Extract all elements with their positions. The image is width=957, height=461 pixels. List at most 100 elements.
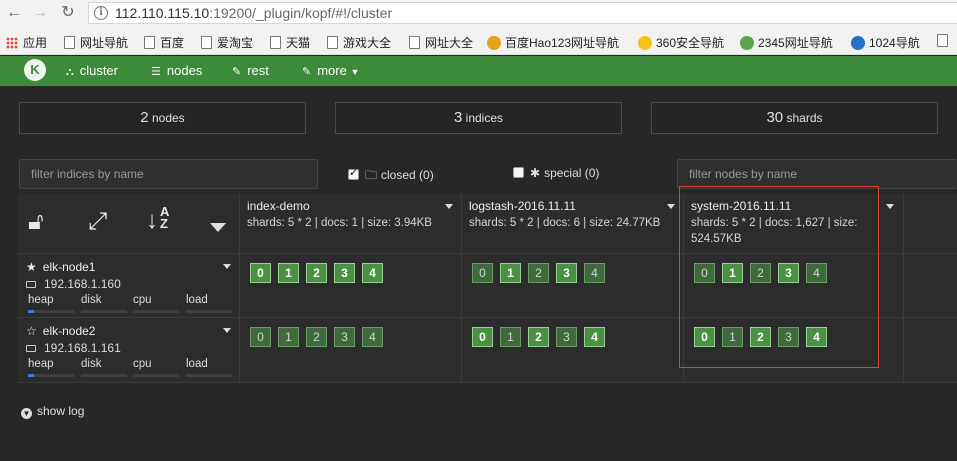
- closed-checkbox[interactable]: 🗀closed (0): [348, 166, 434, 187]
- page-icon: [201, 36, 212, 49]
- bookmark-item[interactable]: 2345网址导航: [740, 34, 833, 51]
- heap-label: heap: [28, 358, 54, 370]
- load-bar: [186, 374, 232, 377]
- hao123-icon: [487, 36, 501, 50]
- chevron-down-icon[interactable]: [223, 264, 231, 269]
- node-name[interactable]: ☆ elk-node2: [26, 324, 95, 338]
- asterisk-icon: ✱: [530, 166, 541, 180]
- replica-shard[interactable]: 0: [472, 263, 493, 283]
- filter-indices-input[interactable]: filter indices by name: [19, 159, 318, 189]
- bookmark-item[interactable]: 1024导航: [851, 34, 920, 51]
- sort-alpha-icon[interactable]: ↓ A Z: [146, 205, 169, 236]
- node-ip: 192.168.1.160: [26, 277, 121, 291]
- expand-icon[interactable]: ⤢: [88, 208, 107, 236]
- replica-shard[interactable]: 3: [556, 327, 577, 347]
- replica-shard[interactable]: 1: [278, 327, 299, 347]
- page-icon: [409, 36, 420, 49]
- node-ip: 192.168.1.161: [26, 341, 121, 355]
- nav-cluster[interactable]: ⛬ cluster: [66, 63, 118, 79]
- index-name[interactable]: logstash-2016.11.11: [469, 199, 576, 213]
- page-icon: [937, 34, 948, 47]
- chevron-down-icon[interactable]: [886, 204, 894, 209]
- replica-shard[interactable]: 3: [334, 327, 355, 347]
- folder-icon: 🗀: [365, 168, 378, 182]
- show-log-toggle[interactable]: ▼ show log: [21, 404, 84, 419]
- sitemap-icon: ⛬: [66, 66, 74, 78]
- bookmark-item[interactable]: 天猫: [270, 34, 310, 51]
- kopf-logo[interactable]: K: [24, 59, 46, 81]
- bookmark-item[interactable]: 360安全导航: [638, 34, 724, 51]
- nav-nodes[interactable]: ☰ nodes: [151, 63, 202, 78]
- star-outline-icon: ☆: [26, 324, 37, 338]
- index-header[interactable]: index-demo shards: 5 * 2 | docs: 1 | siz…: [240, 194, 462, 254]
- bookmark-item[interactable]: [937, 34, 953, 48]
- info-icon[interactable]: i: [94, 6, 108, 20]
- primary-shard[interactable]: 1: [500, 263, 521, 283]
- replica-shard[interactable]: 2: [528, 263, 549, 283]
- chevron-down-icon[interactable]: [445, 204, 453, 209]
- replica-shard[interactable]: 4: [584, 263, 605, 283]
- page-icon: [327, 36, 338, 49]
- bookmark-item[interactable]: 爱淘宝: [201, 34, 253, 51]
- load-label: load: [186, 358, 208, 370]
- nav-more[interactable]: ✎ more ▼: [302, 63, 359, 78]
- bookmark-item[interactable]: 百度Hao123网址导航: [487, 34, 619, 51]
- shard-cell: 01234: [240, 254, 462, 318]
- bookmark-item[interactable]: 网址大全: [409, 34, 473, 51]
- replica-shard[interactable]: 4: [362, 327, 383, 347]
- node-row: ☆ elk-node2 192.168.1.161 heap disk cpu l…: [18, 318, 240, 383]
- primary-shard[interactable]: 3: [556, 263, 577, 283]
- shards-count-box: 30 shards: [651, 102, 938, 134]
- page-icon: [144, 36, 155, 49]
- bookmark-item[interactable]: 百度: [144, 34, 184, 51]
- hdd-icon: [26, 345, 36, 352]
- replica-shard[interactable]: 1: [500, 327, 521, 347]
- chevron-down-icon[interactable]: [210, 223, 226, 232]
- index-name[interactable]: index-demo: [247, 199, 310, 213]
- chevron-down-icon: ▼: [350, 67, 360, 77]
- indices-count-box: 3 indices: [335, 102, 622, 134]
- primary-shard[interactable]: 0: [472, 327, 493, 347]
- header-spacer: [904, 194, 957, 254]
- primary-shard[interactable]: 4: [584, 327, 605, 347]
- bookmark-item[interactable]: 游戏大全: [327, 34, 391, 51]
- reload-icon[interactable]: ↻: [58, 3, 78, 23]
- chevron-circle-down-icon: ▼: [21, 408, 32, 419]
- primary-shard[interactable]: 1: [278, 263, 299, 283]
- primary-shard[interactable]: 3: [334, 263, 355, 283]
- heap-bar: [28, 310, 74, 313]
- unlock-icon[interactable]: 🔓︎: [28, 208, 44, 236]
- back-arrow-icon[interactable]: ←: [4, 3, 24, 23]
- checkbox-checked[interactable]: [348, 166, 359, 180]
- heap-label: heap: [28, 294, 54, 306]
- forward-arrow-icon[interactable]: →: [30, 3, 50, 23]
- chevron-down-icon[interactable]: [667, 204, 675, 209]
- address-bar[interactable]: i 112.110.115.10:19200/_plugin/kopf/#!/c…: [88, 2, 957, 24]
- tasks-icon: ☰: [151, 66, 161, 78]
- bookmark-apps[interactable]: 应用: [6, 34, 47, 51]
- heap-bar: [28, 374, 74, 377]
- primary-shard[interactable]: 0: [250, 263, 271, 283]
- browser-toolbar: ← → ↻ i 112.110.115.10:19200/_plugin/kop…: [0, 0, 957, 28]
- index-meta: shards: 5 * 2 | docs: 1 | size: 3.94KB: [247, 217, 432, 229]
- chevron-down-icon[interactable]: [223, 328, 231, 333]
- bookmarks-bar: 应用 网址导航 百度 爱淘宝 天猫 游戏大全 网址大全 百度Hao123网址导航…: [0, 28, 957, 55]
- url-text: 112.110.115.10:19200/_plugin/kopf/#!/clu…: [115, 5, 393, 21]
- cpu-label: cpu: [133, 294, 152, 306]
- checkbox-unchecked[interactable]: [513, 167, 524, 178]
- 1024-icon: [851, 36, 865, 50]
- filter-nodes-input[interactable]: filter nodes by name: [677, 159, 957, 189]
- special-checkbox[interactable]: ✱ special (0): [513, 166, 599, 180]
- replica-shard[interactable]: 2: [306, 327, 327, 347]
- primary-shard[interactable]: 2: [306, 263, 327, 283]
- cpu-bar: [133, 310, 179, 313]
- node-name[interactable]: ★ elk-node1: [26, 260, 95, 274]
- primary-shard[interactable]: 4: [362, 263, 383, 283]
- primary-shard[interactable]: 2: [528, 327, 549, 347]
- page-icon: [64, 36, 75, 49]
- replica-shard[interactable]: 0: [250, 327, 271, 347]
- bookmark-item[interactable]: 网址导航: [64, 34, 128, 51]
- index-header[interactable]: logstash-2016.11.11 shards: 5 * 2 | docs…: [462, 194, 684, 254]
- node-row: ★ elk-node1 192.168.1.160 heap disk cpu l…: [18, 254, 240, 318]
- nav-rest[interactable]: ✎ rest: [232, 63, 269, 78]
